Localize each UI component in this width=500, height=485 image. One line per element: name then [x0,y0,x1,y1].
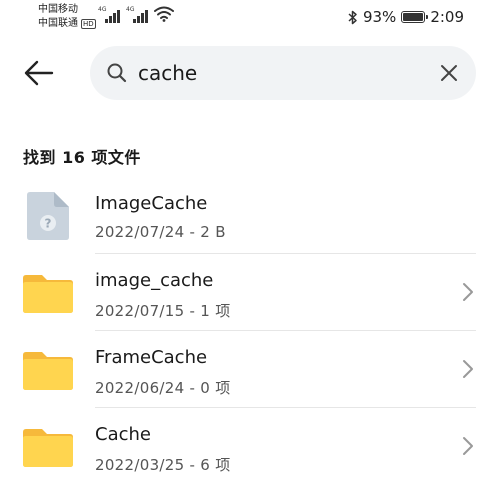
file-icon: ? [27,192,69,240]
right-status: 93% 2:09 [348,8,464,26]
hd-badge: HD [81,19,96,29]
search-input[interactable] [138,56,418,90]
folder-name: Cache [95,424,151,445]
folder-icon [23,275,73,313]
file-list: ? ImageCache 2022/07/24 - 2 B image_cach… [0,177,500,485]
search-bar[interactable] [90,46,476,100]
folder-icon [23,352,73,390]
signal-icon: 4G [98,7,120,23]
search-icon [107,63,127,83]
file-meta: 2022/07/24 - 2 B [95,223,226,241]
signal-indicators: 4G 4G [98,7,148,23]
carrier-info: 中国移动 中国联通 HD [38,3,96,31]
result-count-label: 找到 16 项文件 [23,148,141,167]
list-item[interactable]: Cache 2022/03/25 - 6 项 [0,408,500,485]
carrier-2-label: 中国联通 [38,18,78,29]
status-bar: 中国移动 中国联通 HD 4G 4G 93% 2:09 [0,0,500,34]
folder-name: FrameCache [95,347,208,368]
battery-icon [401,11,429,23]
list-item[interactable]: image_cache 2022/07/15 - 1 项 [0,254,500,331]
folder-name: image_cache [95,270,214,291]
carrier-1-label: 中国移动 [38,4,78,15]
bluetooth-icon [348,10,357,24]
folder-meta: 2022/07/15 - 1 项 [95,302,231,320]
wifi-icon [154,6,174,22]
svg-text:?: ? [45,217,52,231]
list-item[interactable]: ? ImageCache 2022/07/24 - 2 B [0,177,500,254]
folder-icon [23,429,73,467]
signal-icon: 4G [126,7,148,23]
chevron-right-icon [463,437,473,455]
clock: 2:09 [430,8,464,26]
list-item[interactable]: FrameCache 2022/06/24 - 0 项 [0,331,500,408]
folder-meta: 2022/06/24 - 0 项 [95,379,231,397]
folder-meta: 2022/03/25 - 6 项 [95,456,231,474]
clear-search-icon[interactable] [438,62,460,84]
battery-percent: 93% [362,8,397,26]
back-arrow-icon[interactable] [22,56,56,90]
chevron-right-icon [463,360,473,378]
chevron-right-icon [463,283,473,301]
file-name: ImageCache [95,193,208,214]
